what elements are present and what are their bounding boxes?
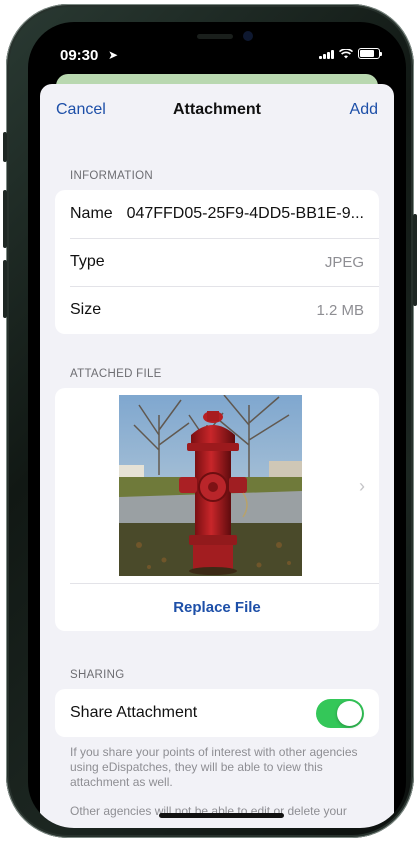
- attachment-sheet: Cancel Attachment Add INFORMATION Name 0…: [40, 84, 394, 828]
- page-title: Attachment: [172, 101, 261, 118]
- camera: [243, 31, 253, 41]
- name-label: Name: [70, 205, 113, 222]
- signal-icon: [319, 49, 334, 59]
- notch: [161, 22, 273, 52]
- volume-up-button: [3, 190, 7, 248]
- sharing-group: Share Attachment: [55, 689, 379, 737]
- information-group: Name 047FFD05-25F9-4DD5-BB1E-9... Type J…: [55, 190, 379, 334]
- type-label: Type: [70, 253, 105, 270]
- share-attachment-row: Share Attachment: [55, 689, 379, 737]
- attached-file-group: › Replace File: [55, 388, 379, 631]
- replace-file-button[interactable]: Replace File: [55, 583, 379, 631]
- phone-frame: 09:30 ➤ Cancel Attachment Add INFORMATIO…: [3, 4, 417, 838]
- share-attachment-toggle[interactable]: [316, 698, 364, 728]
- location-arrow-icon: ➤: [108, 48, 119, 62]
- screen: 09:30 ➤ Cancel Attachment Add INFORMATIO…: [28, 22, 406, 828]
- name-row: Name 047FFD05-25F9-4DD5-BB1E-9...: [55, 190, 379, 238]
- sharing-header: SHARING: [70, 669, 125, 681]
- nav-bar: Cancel Attachment Add: [40, 84, 394, 134]
- attached-file-header: ATTACHED FILE: [70, 368, 162, 380]
- chevron-right-icon[interactable]: ›: [359, 476, 365, 497]
- toggle-knob[interactable]: [337, 700, 362, 726]
- add-button[interactable]: Add: [350, 101, 378, 119]
- name-value: 047FFD05-25F9-4DD5-BB1E-9...: [126, 205, 364, 222]
- power-button: [413, 214, 417, 306]
- file-preview-cell[interactable]: ›: [55, 388, 379, 583]
- status-icons: [319, 48, 382, 59]
- information-header: INFORMATION: [70, 170, 153, 182]
- sharing-footnote: If you share your points of interest wit…: [70, 745, 358, 789]
- wifi-icon: [339, 48, 353, 58]
- volume-down-button: [3, 260, 7, 318]
- type-row: Type JPEG: [55, 238, 379, 286]
- side-button: [3, 132, 7, 162]
- battery-icon: [358, 48, 382, 59]
- home-indicator[interactable]: [159, 813, 284, 818]
- size-label: Size: [70, 301, 102, 318]
- size-value: 1.2 MB: [316, 301, 364, 319]
- size-row: Size 1.2 MB: [55, 286, 379, 334]
- share-attachment-label: Share Attachment: [70, 704, 198, 721]
- type-value: JPEG: [324, 253, 364, 271]
- speaker: [197, 34, 233, 39]
- file-thumbnail[interactable]: [119, 395, 302, 576]
- status-time: 09:30: [60, 47, 99, 64]
